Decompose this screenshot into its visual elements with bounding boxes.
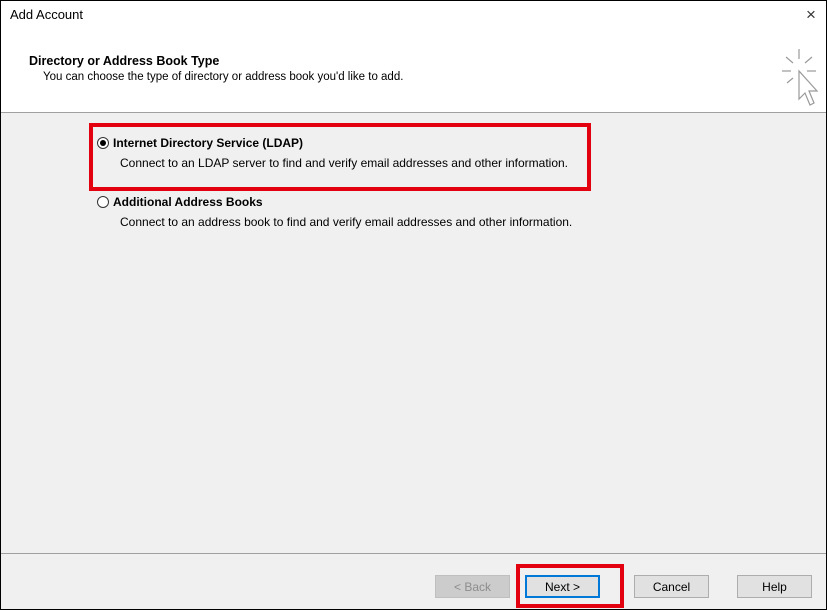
page-subtitle: You can choose the type of directory or … <box>43 71 404 83</box>
wizard-cursor-icon <box>782 49 819 106</box>
next-button[interactable]: Next > <box>525 575 600 598</box>
address-books-option-description: Connect to an address book to find and v… <box>120 215 573 229</box>
option-ldap[interactable]: Internet Directory Service (LDAP) Connec… <box>97 136 590 170</box>
window-title: Add Account <box>10 7 83 22</box>
wizard-header: Directory or Address Book Type You can c… <box>1 29 826 113</box>
close-button[interactable]: × <box>796 1 826 29</box>
back-button[interactable]: < Back <box>435 575 510 598</box>
address-books-option-label[interactable]: Additional Address Books <box>113 195 263 209</box>
radio-selected-dot <box>100 140 106 146</box>
close-icon: × <box>806 5 816 24</box>
ldap-radio[interactable] <box>97 137 109 149</box>
ldap-option-description: Connect to an LDAP server to find and ve… <box>120 156 569 170</box>
cancel-button[interactable]: Cancel <box>634 575 709 598</box>
footer-divider <box>1 553 826 554</box>
add-account-dialog: Add Account × Directory or Address Book … <box>0 0 827 610</box>
address-books-radio[interactable] <box>97 196 109 208</box>
title-bar: Add Account × <box>1 1 826 29</box>
help-button[interactable]: Help <box>737 575 812 598</box>
page-title: Directory or Address Book Type <box>29 54 220 68</box>
option-additional-address-books[interactable]: Additional Address Books Connect to an a… <box>97 195 590 229</box>
ldap-option-label[interactable]: Internet Directory Service (LDAP) <box>113 136 303 150</box>
